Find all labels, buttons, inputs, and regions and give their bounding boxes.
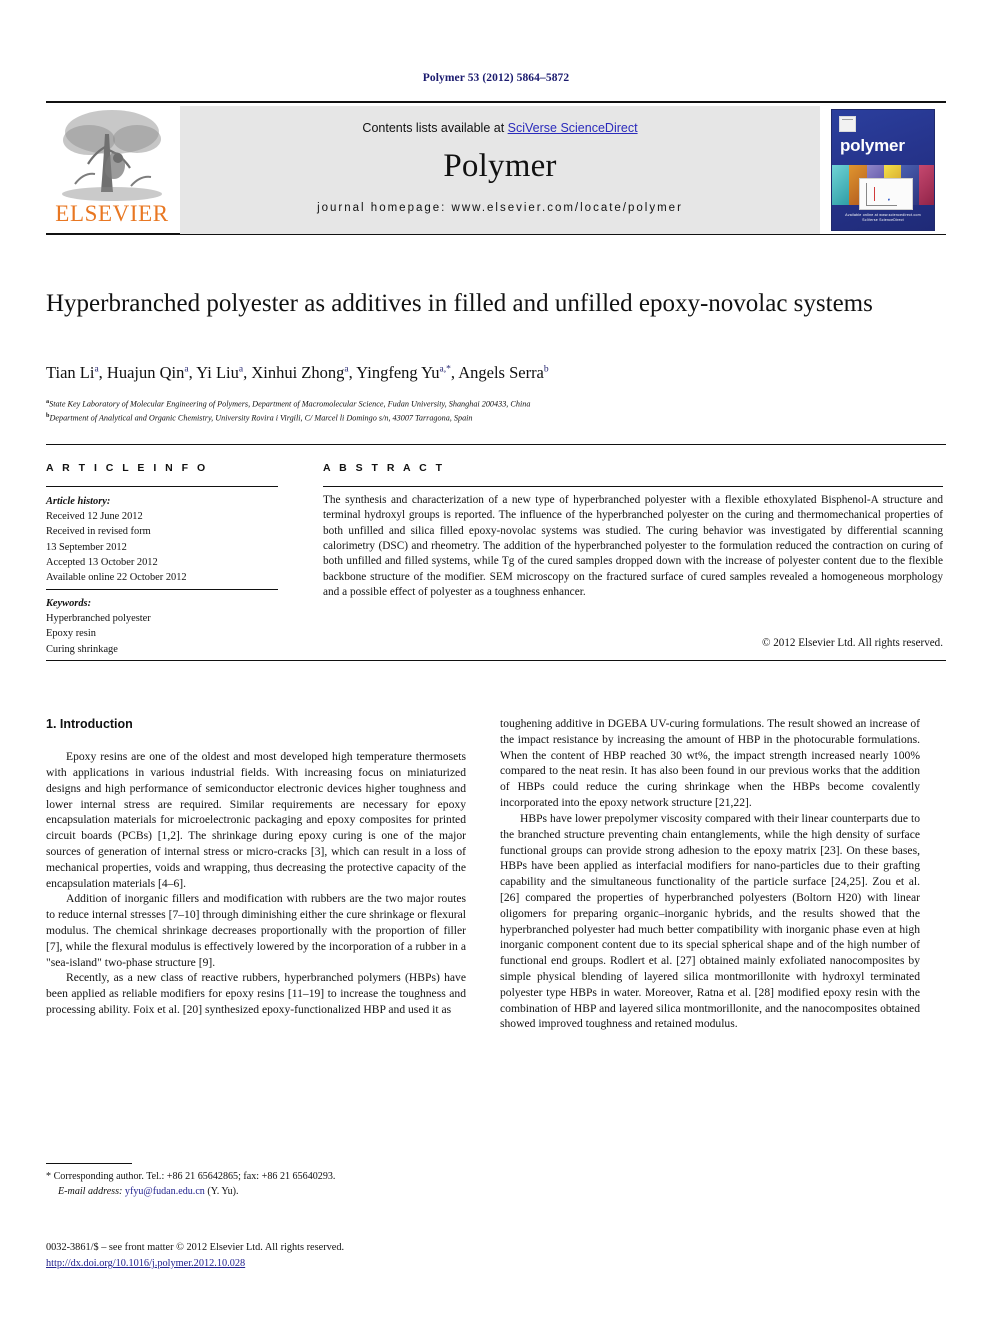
email-address-label: E-mail address: bbox=[58, 1185, 123, 1197]
running-head: Polymer 53 (2012) 5864–5872 bbox=[422, 72, 570, 84]
keywords-block: Keywords: Hyperbranched polyester Epoxy … bbox=[46, 596, 281, 657]
body-paragraph-left-1: Epoxy resins are one of the oldest and m… bbox=[46, 750, 466, 890]
history-item-5: Available online 22 October 2012 bbox=[46, 571, 187, 583]
journal-cover-thumbnail[interactable]: polymer Available online at www.scienced… bbox=[820, 106, 946, 234]
history-item-2: Received in revised form bbox=[46, 526, 151, 538]
journal-title: Polymer bbox=[443, 148, 557, 184]
cover-footer-line-2: SciVerse ScienceDirect bbox=[862, 218, 904, 223]
cover-artwork: polymer Available online at www.scienced… bbox=[831, 109, 935, 231]
abstract-copyright: © 2012 Elsevier Ltd. All rights reserved… bbox=[762, 637, 943, 649]
contents-prefix-text: Contents lists available at bbox=[362, 121, 508, 135]
author-name-1[interactable]: Tian Li bbox=[46, 363, 94, 382]
footnote-star-mark: * bbox=[46, 1171, 52, 1182]
abstract-text: The synthesis and characterization of a … bbox=[323, 494, 943, 599]
article-info-heading: A R T I C L E I N F O bbox=[46, 462, 209, 474]
issn-copyright-line: 0032-3861/$ – see front matter © 2012 El… bbox=[46, 1242, 345, 1253]
author-affil-mark-6: b bbox=[543, 364, 549, 375]
body-paragraph-right-1: toughening additive in DGEBA UV-curing f… bbox=[500, 717, 920, 810]
cover-journal-title: polymer bbox=[840, 136, 905, 155]
author-name-4[interactable]: Xinhui Zhong bbox=[251, 363, 344, 382]
journal-homepage-line[interactable]: journal homepage: www.elsevier.com/locat… bbox=[317, 202, 683, 214]
author-name-3[interactable]: Yi Liu bbox=[196, 363, 239, 382]
corresponding-author-footnote: * Corresponding author. Tel.: +86 21 656… bbox=[46, 1170, 466, 1200]
author-affil-mark-5: a,* bbox=[439, 364, 451, 375]
keyword-2[interactable]: Epoxy resin bbox=[46, 626, 281, 641]
footnote-line-1: * Corresponding author. Tel.: +86 21 656… bbox=[46, 1170, 466, 1185]
elsevier-badge-icon bbox=[839, 116, 856, 132]
author-name-2[interactable]: Huajun Qin bbox=[107, 363, 184, 382]
keyword-3[interactable]: Curing shrinkage bbox=[46, 642, 281, 657]
history-item-3: 13 September 2012 bbox=[46, 541, 127, 553]
body-column-right: toughening additive in DGEBA UV-curing f… bbox=[500, 716, 920, 1032]
affiliation-text-b: Department of Analytical and Organic Che… bbox=[49, 413, 473, 423]
history-item-4: Accepted 13 October 2012 bbox=[46, 556, 158, 568]
author-affil-mark-1: a bbox=[94, 364, 99, 375]
contents-available-line: Contents lists available at SciVerse Sci… bbox=[362, 121, 637, 135]
article-history-block: Article history: Received 12 June 2012 R… bbox=[46, 494, 281, 585]
journal-banner: ELSEVIER Contents lists available at Sci… bbox=[46, 101, 946, 235]
doi-link[interactable]: http://dx.doi.org/10.1016/j.polymer.2012… bbox=[46, 1258, 245, 1269]
author-affil-mark-2: a bbox=[184, 364, 189, 375]
corresponding-email-link[interactable]: yfyu@fudan.edu.cn bbox=[125, 1186, 205, 1197]
elsevier-wordmark: ELSEVIER bbox=[55, 201, 169, 226]
history-item-1: Received 12 June 2012 bbox=[46, 511, 143, 523]
body-paragraph-right-2: HBPs have lower prepolymer viscosity com… bbox=[500, 811, 920, 1031]
elsevier-tree-icon bbox=[62, 110, 162, 201]
keywords-rule bbox=[46, 589, 278, 590]
footnote-email-suffix: (Y. Yu). bbox=[207, 1185, 239, 1197]
author-name-6[interactable]: Angels Serra bbox=[458, 363, 544, 382]
article-info-rule bbox=[46, 486, 278, 487]
abstract-heading: A B S T R A C T bbox=[323, 462, 445, 474]
journal-article-page: Polymer 53 (2012) 5864–5872 ELSEVIER Con… bbox=[0, 0, 992, 1323]
article-history-label: Article history: bbox=[46, 496, 111, 507]
cover-inset-chart bbox=[859, 178, 913, 210]
footnote-line-2: E-mail address: yfyu@fudan.edu.cn (Y. Yu… bbox=[46, 1185, 466, 1200]
body-paragraph-left-3: Recently, as a new class of reactive rub… bbox=[46, 971, 466, 1017]
author-affil-mark-3: a bbox=[238, 364, 244, 375]
body-paragraph-left-2: Addition of inorganic fillers and modifi… bbox=[46, 892, 466, 969]
affiliation-a: aState Key Laboratory of Molecular Engin… bbox=[46, 397, 936, 411]
author-affil-mark-4: a bbox=[344, 364, 349, 375]
affiliation-b: bDepartment of Analytical and Organic Ch… bbox=[46, 411, 936, 425]
section-divider-top bbox=[46, 444, 946, 445]
cover-footer-text: Available online at www.sciencedirect.co… bbox=[832, 213, 934, 225]
article-title: Hyperbranched polyester as additives in … bbox=[46, 290, 873, 317]
keywords-label: Keywords: bbox=[46, 598, 92, 609]
author-list: Tian Lia, Huajun Qina, Yi Liua, Xinhui Z… bbox=[46, 363, 549, 382]
sciencedirect-link[interactable]: SciVerse ScienceDirect bbox=[508, 121, 638, 135]
elsevier-logo: ELSEVIER bbox=[46, 106, 178, 234]
footnote-rule bbox=[46, 1163, 132, 1164]
affiliation-text-a: State Key Laboratory of Molecular Engine… bbox=[49, 399, 531, 409]
author-name-5[interactable]: Yingfeng Yu bbox=[356, 363, 439, 382]
section-heading-introduction: 1. Introduction bbox=[46, 717, 133, 731]
keyword-1[interactable]: Hyperbranched polyester bbox=[46, 611, 281, 626]
abstract-rule bbox=[323, 486, 943, 487]
body-column-left: 1. Introduction Epoxy resins are one of … bbox=[46, 716, 466, 1018]
page-footer-meta: 0032-3861/$ – see front matter © 2012 El… bbox=[46, 1240, 546, 1272]
footnote-corresponding-text: Corresponding author. Tel.: +86 21 65642… bbox=[53, 1171, 336, 1182]
affiliation-list: aState Key Laboratory of Molecular Engin… bbox=[46, 397, 936, 425]
section-divider-bottom bbox=[46, 660, 946, 661]
banner-center-panel: Contents lists available at SciVerse Sci… bbox=[180, 106, 820, 234]
